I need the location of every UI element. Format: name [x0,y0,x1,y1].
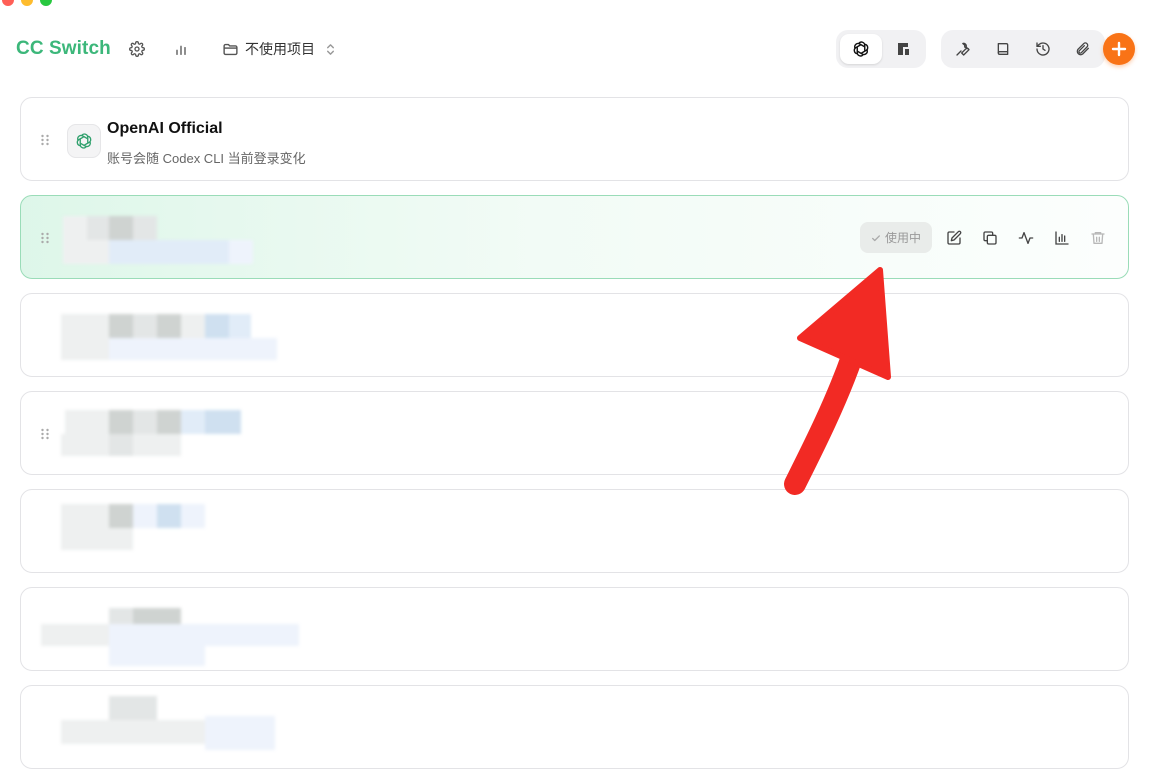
drag-handle-icon[interactable] [40,232,50,244]
bar-chart-icon [1055,231,1069,245]
docs-button[interactable] [985,34,1021,64]
test-provider-button[interactable] [1015,227,1037,249]
copy-icon [983,231,997,245]
history-button[interactable] [1025,34,1061,64]
trash-icon [1091,232,1105,244]
attachments-button[interactable] [1065,34,1101,64]
folder-icon [223,43,238,55]
provider-card-redacted[interactable] [20,391,1129,475]
duplicate-provider-button[interactable] [979,227,1001,249]
openai-icon [853,41,869,57]
provider-logo [67,124,101,158]
provider-card-redacted[interactable] [20,489,1129,573]
close-window-button[interactable] [2,0,14,6]
provider-description: 账号会随 Codex CLI 当前登录变化 [107,151,306,166]
window-controls [2,0,52,6]
in-use-badge: 使用中 [860,222,932,253]
drag-handle-icon[interactable] [40,428,50,440]
book-icon [997,43,1009,55]
edit-provider-button[interactable] [943,227,965,249]
activity-icon [1018,232,1034,244]
chevron-updown-icon [327,43,334,55]
provider-card-openai-official[interactable]: OpenAI Official 账号会随 Codex CLI 当前登录变化 [20,97,1129,181]
in-use-label: 使用中 [884,231,921,245]
usage-stats-button[interactable] [171,39,191,59]
history-icon [1036,42,1050,56]
minimize-window-button[interactable] [21,0,33,6]
plus-icon [1111,41,1127,57]
wrench-icon [956,42,970,56]
app-tab-codex[interactable] [840,34,882,64]
check-icon [871,234,880,241]
toolbar-tools [941,30,1105,68]
settings-button[interactable] [127,39,147,59]
provider-name: OpenAI Official [107,120,223,137]
provider-usage-button[interactable] [1051,227,1073,249]
edit-icon [947,230,962,245]
app-tab-gemini[interactable] [886,34,922,64]
gemini-icon [898,43,909,55]
drag-handle-icon[interactable] [40,134,50,146]
app-switcher [836,30,926,68]
add-provider-button[interactable] [1103,33,1135,65]
maximize-window-button[interactable] [40,0,52,6]
gear-icon [129,41,145,57]
provider-card-active[interactable]: 使用中 [20,195,1129,279]
project-selector[interactable]: 不使用项目 [222,38,336,60]
provider-card-redacted[interactable] [20,587,1129,671]
paperclip-icon [1076,42,1089,56]
openai-icon [76,133,92,149]
provider-card-redacted[interactable] [20,685,1129,769]
delete-provider-button[interactable] [1087,227,1109,249]
app-header: CC Switch 不使用项目 [0,26,1155,72]
project-label: 不使用项目 [245,41,315,57]
bar-chart-icon [176,45,186,55]
app-title: CC Switch [16,38,111,59]
provider-card-redacted[interactable] [20,293,1129,377]
tools-button[interactable] [945,34,981,64]
